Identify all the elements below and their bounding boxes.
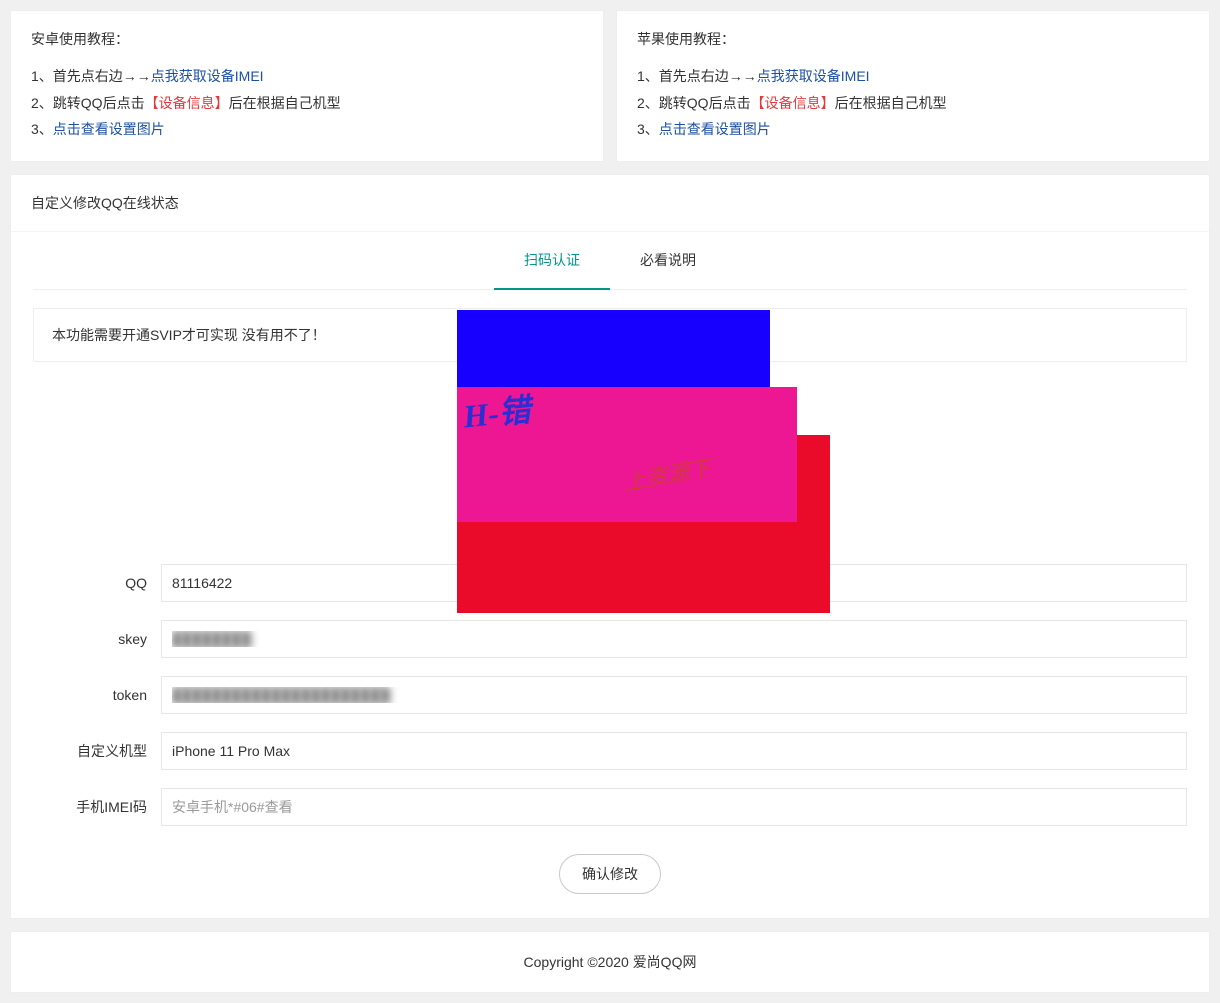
android-tutorial-title: 安卓使用教程： bbox=[31, 29, 583, 49]
list-item: 3、点击查看设置图片 bbox=[637, 116, 1189, 143]
main-card: 自定义修改QQ在线状态 扫码认证 必看说明 本功能需要开通SVIP才可实现 没有… bbox=[10, 174, 1210, 919]
android-tutorial-card: 安卓使用教程： 1、首先点右边→→点我获取设备IMEI 2、跳转QQ后点击【设备… bbox=[10, 10, 604, 162]
list-item: 2、跳转QQ后点击【设备信息】后在根据自己机型 bbox=[31, 90, 583, 117]
model-input[interactable] bbox=[161, 732, 1187, 770]
tab-scan[interactable]: 扫码认证 bbox=[494, 232, 610, 290]
footer: Copyright ©2020 爱尚QQ网 bbox=[10, 931, 1210, 993]
list-item: 1、首先点右边→→点我获取设备IMEI bbox=[31, 63, 583, 90]
imei-label: 手机IMEI码 bbox=[33, 797, 161, 817]
view-image-link[interactable]: 点击查看设置图片 bbox=[53, 121, 165, 137]
skey-input[interactable] bbox=[161, 620, 1187, 658]
list-item: 2、跳转QQ后点击【设备信息】后在根据自己机型 bbox=[637, 90, 1189, 117]
main-title: 自定义修改QQ在线状态 bbox=[11, 175, 1209, 232]
token-input[interactable] bbox=[161, 676, 1187, 714]
model-label: 自定义机型 bbox=[33, 741, 161, 761]
token-label: token bbox=[33, 687, 161, 703]
overlay-image: H-错 上资源下 bbox=[33, 380, 1187, 510]
list-item: 1、首先点右边→→点我获取设备IMEI bbox=[637, 63, 1189, 90]
apple-tutorial-card: 苹果使用教程： 1、首先点右边→→点我获取设备IMEI 2、跳转QQ后点击【设备… bbox=[616, 10, 1210, 162]
get-imei-link[interactable]: 点我获取设备IMEI bbox=[757, 68, 870, 84]
view-image-link[interactable]: 点击查看设置图片 bbox=[659, 121, 771, 137]
get-imei-link[interactable]: 点我获取设备IMEI bbox=[151, 68, 264, 84]
tabs: 扫码认证 必看说明 bbox=[33, 232, 1187, 290]
skey-label: skey bbox=[33, 631, 161, 647]
tab-info[interactable]: 必看说明 bbox=[610, 232, 726, 290]
imei-input[interactable] bbox=[161, 788, 1187, 826]
list-item: 3、点击查看设置图片 bbox=[31, 116, 583, 143]
qq-label: QQ bbox=[33, 575, 161, 591]
apple-tutorial-title: 苹果使用教程： bbox=[637, 29, 1189, 49]
